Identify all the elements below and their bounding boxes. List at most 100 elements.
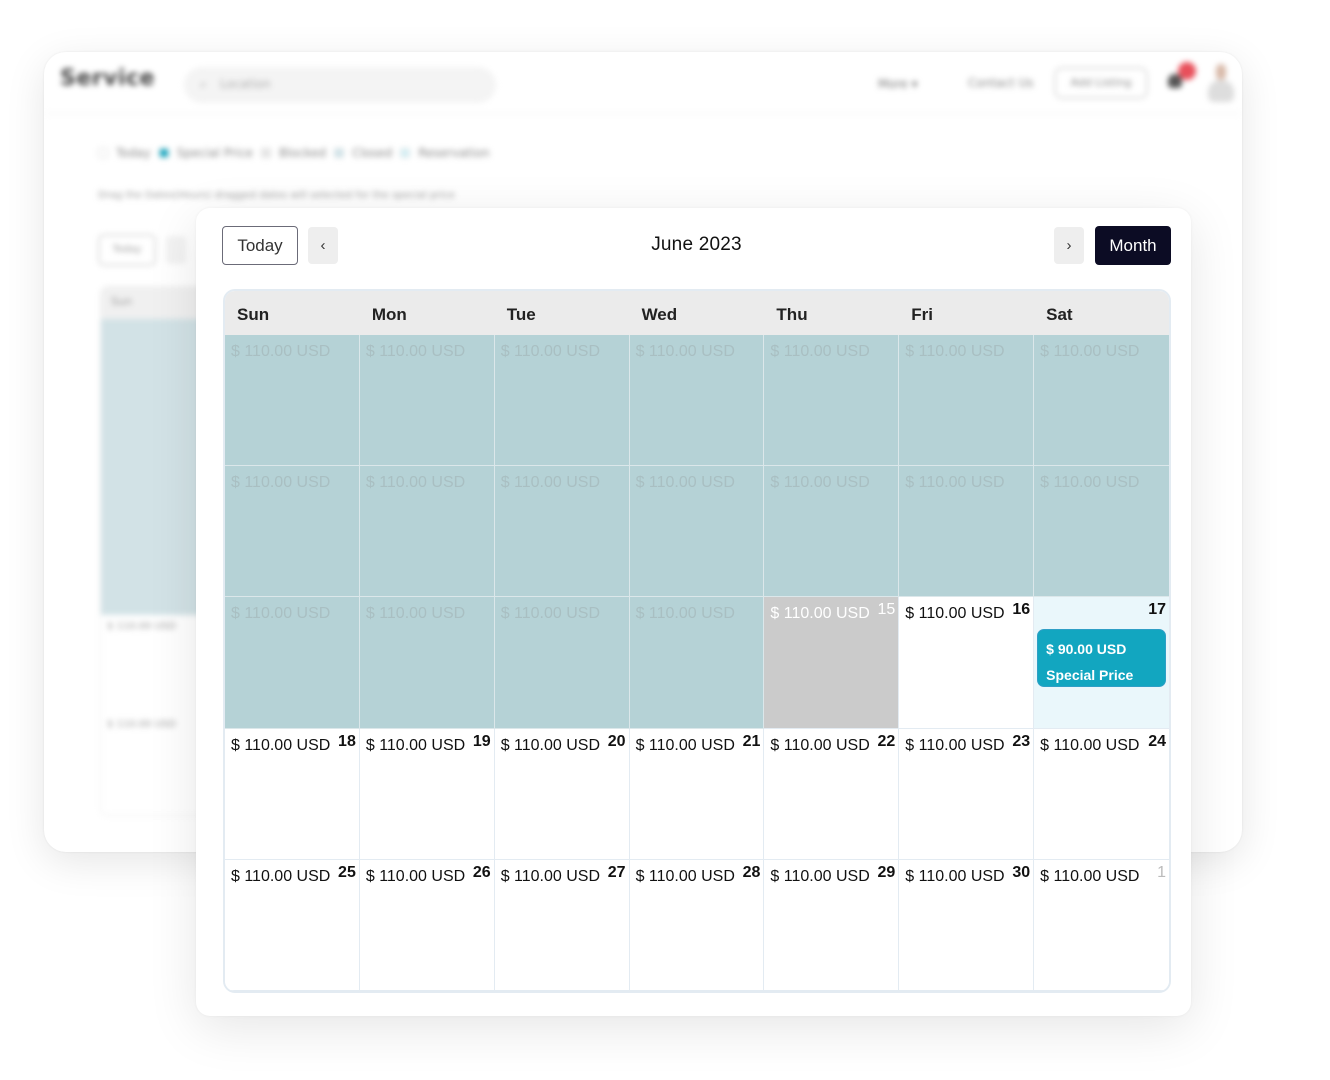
day-cell[interactable]: $ 110.00 USD [494, 597, 630, 729]
legend-swatch [400, 148, 411, 158]
day-number[interactable]: 27 [608, 864, 626, 882]
month-view-button[interactable]: Month [1095, 226, 1171, 265]
day-number[interactable]: 26 [473, 864, 491, 882]
chevron-left-icon: ‹ [320, 237, 326, 254]
day-number[interactable]: 16 [1012, 601, 1030, 619]
more-menu[interactable]: More ▾ [878, 77, 918, 91]
day-price: $ 110.00 USD [231, 867, 331, 885]
day-cell[interactable]: $ 110.00 USD [629, 466, 765, 598]
day-price: $ 110.00 USD [770, 343, 870, 360]
day-cell[interactable]: $ 110.00 USD [764, 466, 900, 598]
day-cell[interactable]: $ 110.00 USD [359, 335, 495, 467]
day-number[interactable]: 24 [1148, 733, 1166, 751]
weekday-sat: Sat [1046, 305, 1073, 324]
day-cell[interactable]: $ 110.00 USD [629, 335, 765, 467]
day-number[interactable]: 28 [743, 864, 761, 882]
day-number[interactable]: 19 [473, 733, 491, 751]
day-number[interactable]: 18 [338, 733, 356, 751]
day-price: $ 110.00 USD [635, 474, 735, 492]
day-price: $ 110.00 USD [770, 736, 870, 754]
day-cell[interactable]: $ 110.00 USD [225, 597, 360, 729]
day-number[interactable]: 25 [338, 864, 356, 882]
drag-instruction-note: Drag the Dates(Hours) dragged dates will… [98, 190, 455, 201]
day-cell[interactable]: $ 110.00 USD 15 [764, 597, 900, 729]
location-search-input[interactable]: ⌕ Location [184, 67, 496, 103]
day-cell[interactable]: 17 $ 90.00 USD Special Price [1034, 597, 1169, 729]
day-cell[interactable]: $ 110.00 USD 19 [359, 728, 495, 860]
calendar-card: June 2023 Today ‹ › Month Sun Mon Tue We… [196, 208, 1191, 1016]
day-number[interactable]: 1 [1157, 864, 1166, 882]
next-month-button[interactable]: › [1054, 227, 1084, 264]
day-cell[interactable]: $ 110.00 USD 18 [225, 728, 360, 860]
month-grid: Sun Mon Tue Wed Thu Fri Sat $ 110.00 USD… [223, 289, 1171, 993]
day-number[interactable]: 29 [877, 864, 895, 882]
day-price: $ 110.00 USD [770, 474, 870, 492]
search-placeholder: Location [220, 77, 271, 91]
day-cell[interactable]: $ 110.00 USD [225, 335, 360, 467]
day-price: $ 110.00 USD [770, 605, 870, 623]
day-cell[interactable]: $ 110.00 USD 22 [764, 728, 900, 860]
day-cell[interactable]: $ 110.00 USD 16 [899, 597, 1035, 729]
day-cell[interactable]: $ 110.00 USD 1 [1034, 859, 1169, 991]
background-prev-button[interactable] [166, 236, 186, 264]
chevron-right-icon: › [1066, 237, 1072, 254]
notification-badge [1178, 62, 1196, 80]
avatar-head [1216, 64, 1226, 80]
day-price: $ 110.00 USD [231, 605, 331, 623]
legend-label: Closed [352, 146, 393, 160]
day-cell[interactable]: $ 110.00 USD 29 [764, 859, 900, 991]
day-cell[interactable]: $ 110.00 USD [1034, 466, 1169, 598]
day-cell[interactable]: $ 110.00 USD 21 [629, 728, 765, 860]
day-cell[interactable]: $ 110.00 USD [494, 466, 630, 598]
legend-label: Blocked [279, 146, 327, 160]
day-cell[interactable]: $ 110.00 USD [899, 466, 1035, 598]
day-cell[interactable]: $ 110.00 USD [359, 597, 495, 729]
day-price: $ 110.00 USD [500, 605, 601, 623]
day-number[interactable]: 30 [1012, 864, 1030, 882]
day-price: $ 110.00 USD [1040, 736, 1140, 754]
day-number[interactable]: 17 [1148, 601, 1166, 619]
day-number[interactable]: 21 [743, 733, 761, 751]
add-listing-button[interactable]: Add Listing [1054, 67, 1148, 99]
day-price: $ 110.00 USD [1040, 474, 1140, 492]
day-cell[interactable]: $ 110.00 USD [1034, 335, 1169, 467]
special-price-event[interactable]: $ 90.00 USD Special Price [1037, 629, 1166, 688]
day-price: $ 110.00 USD [635, 736, 735, 754]
weekday-tue: Tue [506, 305, 536, 324]
day-cell[interactable]: $ 110.00 USD [764, 335, 900, 467]
day-cell[interactable]: $ 110.00 USD 20 [494, 728, 630, 860]
month-grid-body: $ 110.00 USD $ 110.00 USD $ 110.00 USD $ 11… [225, 335, 1169, 991]
day-cell[interactable]: $ 110.00 USD 26 [359, 859, 495, 991]
contact-us-link[interactable]: Contact Us [968, 76, 1034, 90]
day-cell[interactable]: $ 110.00 USD [225, 466, 360, 598]
day-cell[interactable]: $ 110.00 USD 23 [899, 728, 1035, 860]
day-price: $ 110.00 USD [905, 474, 1005, 492]
event-price: $ 90.00 USD [1046, 641, 1127, 658]
day-number[interactable]: 20 [608, 733, 626, 751]
day-cell[interactable]: $ 110.00 USD 30 [899, 859, 1035, 991]
day-price: $ 110.00 USD [500, 474, 601, 492]
day-cell[interactable]: $ 110.00 USD 24 [1034, 728, 1169, 860]
background-today-button[interactable]: Today [98, 234, 156, 266]
day-cell[interactable]: $ 110.00 USD 28 [629, 859, 765, 991]
day-number[interactable]: 22 [877, 733, 895, 751]
legend-label: Reservation [418, 146, 490, 160]
day-cell[interactable]: $ 110.00 USD [494, 335, 630, 467]
legend-label: Special Price [176, 146, 254, 160]
day-cell[interactable]: $ 110.00 USD 25 [225, 859, 360, 991]
day-cell[interactable]: $ 110.00 USD [359, 466, 495, 598]
day-price: $ 110.00 USD [635, 867, 735, 885]
today-button[interactable]: Today [222, 226, 298, 265]
day-number[interactable]: 15 [877, 601, 895, 619]
brand-logo[interactable]: Service [60, 66, 155, 91]
day-price: $ 110.00 USD [770, 867, 870, 885]
avatar[interactable] [1206, 64, 1236, 102]
day-cell[interactable]: $ 110.00 USD 27 [494, 859, 630, 991]
prev-month-button[interactable]: ‹ [308, 227, 338, 264]
day-cell[interactable]: $ 110.00 USD [899, 335, 1035, 467]
day-number[interactable]: 23 [1012, 733, 1030, 751]
day-price: $ 110.00 USD [905, 605, 1005, 623]
weekday-fri: Fri [911, 305, 934, 324]
day-cell[interactable]: $ 110.00 USD [629, 597, 765, 729]
day-price: $ 110.00 USD [500, 343, 601, 360]
